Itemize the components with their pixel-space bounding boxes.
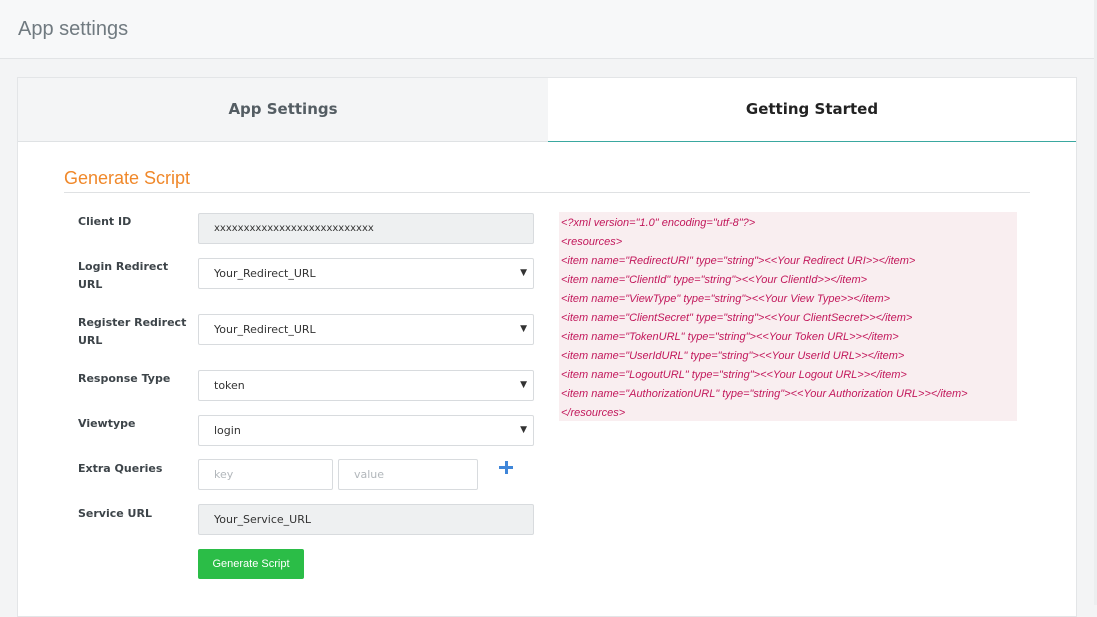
client-id-field[interactable]: xxxxxxxxxxxxxxxxxxxxxxxxxxx: [198, 213, 534, 244]
register-redirect-value: Your_Redirect_URL: [214, 323, 316, 336]
tab-bar: App Settings Getting Started: [18, 78, 1076, 142]
xml-line: <item name="ViewType" type="string"><<Yo…: [561, 293, 891, 305]
chevron-down-icon: ▼: [520, 268, 527, 278]
response-type-value: token: [214, 379, 245, 392]
xml-line: <?xml version="1.0" encoding="utf-8"?>: [561, 217, 756, 229]
response-type-select[interactable]: token ▼: [198, 370, 534, 401]
register-redirect-label: Register Redirect URL: [78, 316, 187, 347]
xml-line: </resources>: [561, 407, 626, 419]
login-redirect-select[interactable]: Your_Redirect_URL ▼: [198, 258, 534, 289]
response-type-label: Response Type: [78, 372, 171, 385]
chevron-down-icon: ▼: [520, 380, 527, 390]
page-header: App settings: [0, 0, 1097, 59]
query-value-input[interactable]: value: [338, 459, 478, 490]
xml-line: <item name="TokenURL" type="string"><<Yo…: [561, 331, 899, 343]
query-key-input[interactable]: key: [198, 459, 333, 490]
service-url-field[interactable]: Your_Service_URL: [198, 504, 534, 535]
generate-script-button[interactable]: Generate Script: [198, 549, 304, 579]
xml-line: <item name="LogoutURL" type="string"><<Y…: [561, 369, 907, 381]
xml-line: <item name="RedirectURI" type="string"><…: [561, 255, 916, 267]
xml-line: <item name="UserIdURL" type="string"><<Y…: [561, 350, 905, 362]
page-title: App settings: [18, 18, 129, 40]
viewtype-label: Viewtype: [78, 417, 136, 430]
service-url-label: Service URL: [78, 507, 152, 520]
add-query-plus-icon[interactable]: [498, 459, 514, 475]
extra-queries-label: Extra Queries: [78, 462, 163, 475]
client-id-label: Client ID: [78, 215, 132, 228]
section-divider: [64, 192, 1030, 193]
xml-line: <item name="AuthorizationURL" type="stri…: [561, 388, 968, 400]
chevron-down-icon: ▼: [520, 324, 527, 334]
xml-script-preview: <?xml version="1.0" encoding="utf-8"?> <…: [559, 212, 1017, 421]
viewtype-select[interactable]: login ▼: [198, 415, 534, 446]
settings-card: App Settings Getting Started Generate Sc…: [17, 77, 1077, 617]
section-title: Generate Script: [64, 168, 191, 188]
tab-getting-started[interactable]: Getting Started: [548, 78, 1076, 142]
tab-app-settings[interactable]: App Settings: [18, 78, 548, 142]
xml-line: <item name="ClientSecret" type="string">…: [561, 312, 913, 324]
chevron-down-icon: ▼: [520, 425, 527, 435]
xml-line: <resources>: [561, 236, 623, 248]
login-redirect-label: Login Redirect URL: [78, 260, 169, 291]
xml-line: <item name="ClientId" type="string"><<Yo…: [561, 274, 868, 286]
register-redirect-select[interactable]: Your_Redirect_URL ▼: [198, 314, 534, 345]
viewtype-value: login: [214, 424, 241, 437]
login-redirect-value: Your_Redirect_URL: [214, 267, 316, 280]
